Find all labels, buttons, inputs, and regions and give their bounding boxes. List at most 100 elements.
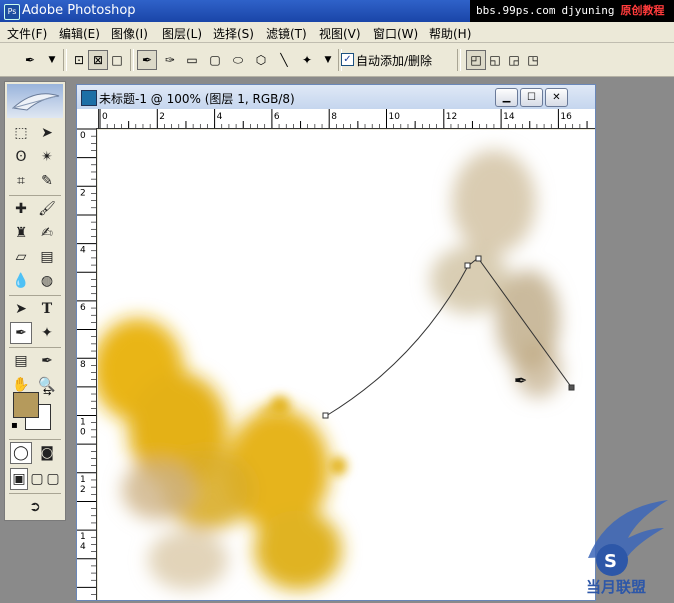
ruler-label: 0 bbox=[80, 428, 86, 438]
type-tool-icon[interactable]: T bbox=[36, 298, 58, 320]
canvas-artwork: ✒ bbox=[98, 150, 575, 590]
chevron-down-icon[interactable]: ▼ bbox=[42, 50, 62, 70]
quick-mask-mode-icon[interactable]: ◙ bbox=[36, 442, 58, 464]
history-brush-icon[interactable]: ✍ bbox=[36, 222, 58, 244]
tools-panel-header-feather bbox=[7, 84, 63, 118]
vertical-ruler[interactable]: 02468101214 bbox=[77, 128, 97, 600]
pen-cursor-icon: ✒ bbox=[514, 371, 527, 390]
lasso-tool-icon[interactable]: ʘ bbox=[10, 146, 32, 168]
swap-colors-icon[interactable]: ⇆ bbox=[43, 387, 51, 398]
ruler-label: 0 bbox=[80, 131, 86, 141]
feather-icon bbox=[11, 93, 60, 111]
menu-edit[interactable]: 编辑(E) bbox=[59, 25, 100, 42]
logo-text: 当月联盟 bbox=[586, 578, 646, 596]
paths-mode-icon[interactable]: ⊠ bbox=[88, 50, 108, 70]
pen-tool-icon[interactable]: ✒ bbox=[137, 50, 157, 70]
document-canvas[interactable]: ✒ bbox=[98, 130, 595, 600]
custom-shape-tool-icon[interactable]: ✦ bbox=[36, 322, 58, 344]
standard-mode-icon[interactable]: ◯ bbox=[10, 442, 32, 464]
ruler-label: 6 bbox=[274, 112, 280, 122]
watermark-banner: bbs.99ps.com djyuning 原创教程 bbox=[470, 0, 674, 22]
watermark-label: 原创教程 bbox=[620, 4, 665, 17]
chevron-down-icon[interactable]: ▼ bbox=[318, 50, 338, 70]
exclude-overlap-icon[interactable]: ◳ bbox=[523, 50, 543, 70]
league-watermark-logo: S 当月联盟 bbox=[586, 500, 668, 596]
svg-text:S: S bbox=[604, 551, 617, 572]
beige-paint-strokes bbox=[430, 150, 562, 398]
photoshop-app-icon: Ps bbox=[4, 4, 20, 20]
jump-to-imageready-icon[interactable]: ➲ bbox=[19, 496, 51, 518]
shape-layers-mode-icon[interactable]: ⊡ bbox=[69, 50, 89, 70]
close-button[interactable]: ✕ bbox=[545, 88, 568, 107]
add-to-path-icon[interactable]: ◰ bbox=[466, 50, 486, 70]
ruler-label: 16 bbox=[560, 112, 572, 122]
ruler-label: 1 bbox=[80, 418, 86, 428]
marquee-tool-icon[interactable]: ⬚ bbox=[10, 122, 32, 144]
blur-tool-icon[interactable]: 💧 bbox=[10, 270, 32, 292]
ellipse-shape-icon[interactable]: ⬭ bbox=[228, 50, 248, 70]
full-screen-mode-icon[interactable]: ▢ bbox=[45, 468, 61, 490]
magic-wand-icon[interactable]: ✴ bbox=[36, 146, 58, 168]
ruler-label: 2 bbox=[159, 112, 165, 122]
standard-screen-mode-icon[interactable]: ▣ bbox=[10, 468, 28, 490]
brush-tool-icon[interactable]: 🖌 bbox=[36, 198, 58, 220]
rounded-rectangle-icon[interactable]: ▢ bbox=[205, 50, 225, 70]
minimize-button[interactable]: ▁ bbox=[495, 88, 518, 107]
ruler-label: 1 bbox=[80, 532, 86, 542]
ruler-label: 12 bbox=[446, 112, 457, 122]
slice-tool-icon[interactable]: ✎ bbox=[36, 170, 58, 192]
gradient-tool-icon[interactable]: ▤ bbox=[36, 246, 58, 268]
auto-add-delete-checkbox[interactable]: ✓ bbox=[341, 53, 354, 66]
ruler-label: 0 bbox=[102, 112, 108, 122]
menu-image[interactable]: 图像(I) bbox=[111, 25, 148, 42]
watermark-site: bbs.99ps.com bbox=[476, 4, 556, 17]
options-divider bbox=[63, 49, 67, 71]
horizontal-ruler[interactable]: 0 2 4 6 8 10 12 14 16 bbox=[99, 109, 595, 129]
menu-filter[interactable]: 滤镜(T) bbox=[266, 25, 307, 42]
menu-file[interactable]: 文件(F) bbox=[7, 25, 47, 42]
menu-select[interactable]: 选择(S) bbox=[213, 25, 254, 42]
notes-tool-icon[interactable]: ▤ bbox=[10, 350, 32, 372]
pen-tool-active-icon[interactable]: ✒ bbox=[10, 322, 32, 344]
ruler-label: 2 bbox=[80, 188, 86, 198]
watermark-author: djyuning bbox=[561, 4, 615, 17]
freeform-pen-icon[interactable]: ✑ bbox=[160, 50, 180, 70]
polygon-shape-icon[interactable]: ⬡ bbox=[251, 50, 271, 70]
document-title: 未标题-1 @ 100% (图层 1, RGB/8) bbox=[99, 92, 295, 106]
ruler-label: 8 bbox=[80, 360, 86, 370]
tools-divider bbox=[9, 295, 61, 296]
fill-pixels-mode-icon[interactable]: □ bbox=[107, 50, 127, 70]
tools-divider bbox=[9, 347, 61, 348]
tools-divider bbox=[9, 439, 61, 440]
crop-tool-icon[interactable]: ⌗ bbox=[10, 170, 32, 192]
tools-panel: ⬚ ➤ ʘ ✴ ⌗ ✎ ✚ 🖌 ♜ ✍ ▱ ▤ 💧 ◍ ➤ T ✒ ✦ ▤ ✒ … bbox=[4, 81, 66, 521]
menu-view[interactable]: 视图(V) bbox=[319, 25, 361, 42]
default-colors-icon[interactable]: ▪ bbox=[11, 420, 18, 431]
eyedropper-icon[interactable]: ✒ bbox=[36, 350, 58, 372]
maximize-button[interactable]: ☐ bbox=[520, 88, 543, 107]
custom-shape-icon[interactable]: ✦ bbox=[297, 50, 317, 70]
subtract-from-path-icon[interactable]: ◱ bbox=[485, 50, 505, 70]
ruler-label: 4 bbox=[217, 112, 223, 122]
pen-tool-preset-icon[interactable]: ✒ bbox=[20, 50, 40, 70]
full-screen-menu-mode-icon[interactable]: ▢ bbox=[29, 468, 45, 490]
menu-layer[interactable]: 图层(L) bbox=[162, 25, 202, 42]
horizontal-ruler-ticks: 0 2 4 6 8 10 12 14 16 bbox=[99, 109, 588, 128]
menu-window[interactable]: 窗口(W) bbox=[373, 25, 418, 42]
tool-options-bar: ✒ ▼ ⊡ ⊠ □ ✒ ✑ ▭ ▢ ⬭ ⬡ ╲ ✦ ▼ ◰ ◱ ◲ ◳ bbox=[0, 43, 674, 77]
move-tool-icon[interactable]: ➤ bbox=[36, 122, 58, 144]
foreground-color-swatch[interactable] bbox=[13, 392, 39, 418]
menu-help[interactable]: 帮助(H) bbox=[429, 25, 471, 42]
healing-brush-icon[interactable]: ✚ bbox=[10, 198, 32, 220]
line-shape-icon[interactable]: ╲ bbox=[274, 50, 294, 70]
dodge-tool-icon[interactable]: ◍ bbox=[36, 270, 58, 292]
eraser-tool-icon[interactable]: ▱ bbox=[10, 246, 32, 268]
yellow-paint-strokes bbox=[98, 318, 342, 590]
ruler-origin-corner[interactable] bbox=[77, 109, 99, 129]
rectangle-shape-icon[interactable]: ▭ bbox=[182, 50, 202, 70]
ruler-label: 6 bbox=[80, 303, 86, 313]
clone-stamp-icon[interactable]: ♜ bbox=[10, 222, 32, 244]
intersect-path-icon[interactable]: ◲ bbox=[504, 50, 524, 70]
path-selection-icon[interactable]: ➤ bbox=[10, 298, 32, 320]
app-title: Adobe Photoshop bbox=[22, 3, 136, 18]
